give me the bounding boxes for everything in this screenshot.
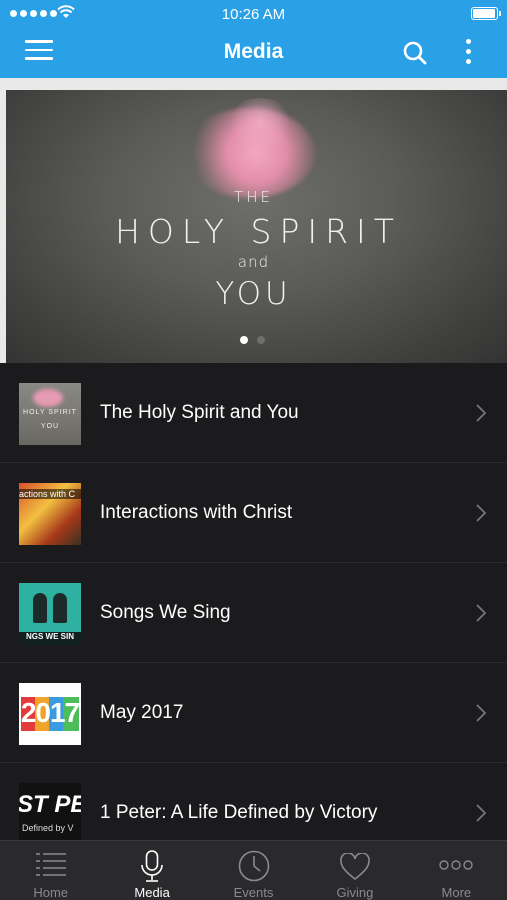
tab-events[interactable]: Events [203, 841, 304, 900]
featured-carousel[interactable]: THE HOLY SPIRIT and YOU [0, 90, 507, 363]
hero-left-edge [0, 90, 6, 363]
overflow-menu-button[interactable] [463, 39, 473, 67]
series-thumbnail: ST PE Defined by V [19, 783, 81, 845]
list-item-title: The Holy Spirit and You [100, 402, 299, 423]
microphone-icon [141, 850, 163, 882]
battery-icon [471, 7, 501, 20]
series-thumbnail: 2017 [19, 683, 81, 745]
hero-title-you: YOU [215, 276, 292, 312]
list-item[interactable]: NGS WE SIN Songs We Sing [0, 563, 507, 663]
list-item[interactable]: 2017 May 2017 [0, 663, 507, 763]
list-item-title: May 2017 [100, 702, 184, 723]
list-item-title: Songs We Sing [100, 602, 231, 623]
header-divider [0, 78, 507, 90]
tab-media-label: Media [134, 885, 170, 900]
list-item[interactable]: actions with C Interactions with Christ [0, 463, 507, 563]
chevron-right-icon [476, 704, 487, 722]
hero-title-and: and [237, 253, 270, 271]
tab-bar: Home Media Events Giving More [0, 840, 507, 900]
page-title: Media [223, 40, 284, 63]
list-icon [35, 853, 66, 876]
tab-more[interactable]: More [406, 841, 507, 900]
hero-title-main: HOLY SPIRIT [115, 212, 402, 251]
list-item[interactable]: HOLY SPIRIT YOU The Holy Spirit and You [0, 363, 507, 463]
carousel-dot-2[interactable] [257, 336, 265, 344]
clock-icon [238, 850, 269, 882]
search-icon[interactable] [401, 39, 429, 67]
series-thumbnail: HOLY SPIRIT YOU [19, 383, 81, 445]
series-thumbnail: NGS WE SIN [19, 583, 81, 645]
series-thumbnail: actions with C [19, 483, 81, 545]
hero-title-the: THE [234, 188, 273, 206]
chevron-right-icon [476, 404, 487, 422]
nav-bar: 10:26 AM Media [0, 0, 507, 78]
chevron-right-icon [476, 604, 487, 622]
more-dots-icon [439, 860, 474, 870]
tab-giving-label: Giving [336, 885, 374, 900]
list-item-title: Interactions with Christ [100, 502, 293, 523]
tab-giving[interactable]: Giving [304, 841, 405, 900]
hero-smoke-graphic-top [225, 98, 295, 148]
tab-home-label: Home [33, 885, 69, 900]
status-bar: 10:26 AM [0, 0, 507, 28]
tab-more-label: More [441, 885, 472, 900]
carousel-dot-1[interactable] [240, 336, 248, 344]
tab-media[interactable]: Media [101, 841, 202, 900]
chevron-right-icon [476, 804, 487, 822]
media-list: HOLY SPIRIT YOU The Holy Spirit and You … [0, 363, 507, 863]
tab-events-label: Events [233, 885, 274, 900]
heart-icon [340, 853, 370, 881]
list-item-title: 1 Peter: A Life Defined by Victory [100, 802, 378, 823]
carousel-page-indicator [240, 336, 265, 344]
chevron-right-icon [476, 504, 487, 522]
status-time: 10:26 AM [221, 6, 286, 23]
tab-home[interactable]: Home [0, 841, 101, 900]
